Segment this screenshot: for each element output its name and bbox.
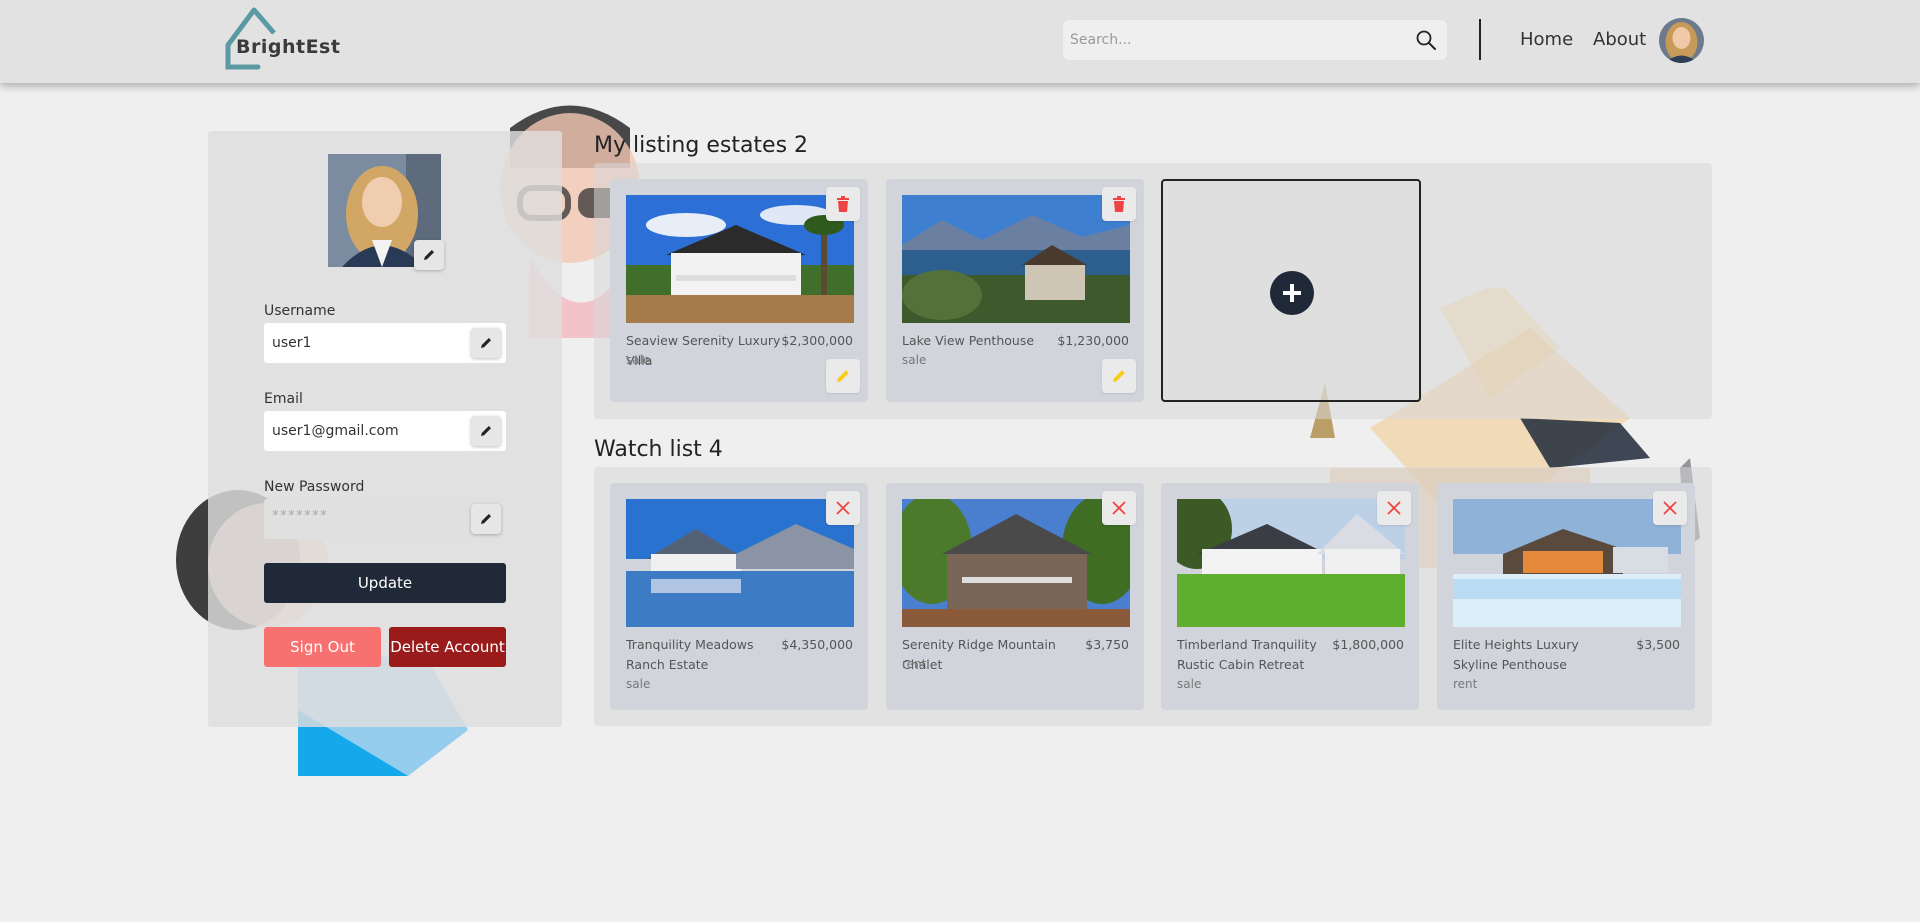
email-value[interactable]: user1@gmail.com (272, 423, 399, 439)
nav-about-link[interactable]: About (1593, 29, 1646, 50)
listing-type: sale (626, 353, 651, 367)
edit-password-button[interactable] (471, 504, 501, 534)
close-icon (1663, 501, 1677, 515)
close-icon (1387, 501, 1401, 515)
search-bar (1063, 20, 1447, 60)
delete-account-button[interactable]: Delete Account (389, 627, 506, 667)
listing-name: Lake View Penthouse (902, 333, 1035, 348)
edit-listing-button[interactable] (1102, 359, 1136, 393)
remove-watchlist-button[interactable] (1377, 491, 1411, 525)
close-icon (1112, 501, 1126, 515)
watchlist-name: Elite Heights Luxury Skyline Penthouse (1453, 637, 1579, 672)
watchlist-image[interactable] (626, 499, 854, 627)
delete-listing-button[interactable] (1102, 187, 1136, 221)
remove-watchlist-button[interactable] (1102, 491, 1136, 525)
watchlist-card[interactable]: Serenity Ridge Mountain Chalet $3,750 re… (886, 483, 1144, 710)
trash-icon (837, 196, 849, 212)
watchlist-price: $4,350,000 (781, 637, 853, 652)
watchlist-price: $3,750 (1085, 637, 1129, 652)
watchlist-name: Tranquility Meadows Ranch Estate (626, 637, 754, 672)
watchlist-type: rent (1453, 677, 1478, 691)
email-label: Email (264, 391, 303, 407)
trash-icon (1113, 196, 1125, 212)
watchlist-card[interactable]: Elite Heights Luxury Skyline Penthouse $… (1437, 483, 1695, 710)
sign-out-button[interactable]: Sign Out (264, 627, 381, 667)
password-label: New Password (264, 479, 365, 495)
pencil-icon (424, 250, 434, 260)
listing-image[interactable] (626, 195, 854, 323)
listing-card[interactable]: Lake View Penthouse $1,230,000 sale (886, 179, 1144, 402)
remove-watchlist-button[interactable] (826, 491, 860, 525)
header-divider (1479, 19, 1481, 60)
listing-card[interactable]: Seaview Serenity Luxury Villa $2,300,000… (610, 179, 868, 402)
add-listing-button[interactable] (1270, 271, 1314, 315)
edit-photo-button[interactable] (414, 240, 444, 270)
watchlist-type: sale (1177, 677, 1202, 691)
pencil-icon (481, 338, 491, 348)
search-input[interactable] (1070, 20, 1400, 60)
pencil-icon (481, 514, 491, 524)
watchlist-title: Watch list 4 (594, 437, 723, 462)
watchlist-price: $3,500 (1636, 637, 1680, 652)
watchlist-image[interactable] (1177, 499, 1405, 627)
username-value[interactable]: user1 (272, 335, 311, 351)
watchlist-type: sale (626, 677, 651, 691)
watchlist-image[interactable] (1453, 499, 1681, 627)
watchlist-name: Timberland Tranquility Rustic Cabin Retr… (1177, 637, 1317, 672)
logo-text[interactable]: BrightEst (236, 36, 340, 58)
pencil-icon (837, 370, 849, 382)
remove-watchlist-button[interactable] (1653, 491, 1687, 525)
nav-home-link[interactable]: Home (1520, 29, 1573, 50)
top-header: BrightEst Home About (0, 0, 1920, 83)
watchlist-image[interactable] (902, 499, 1130, 627)
listing-image[interactable] (902, 195, 1130, 323)
password-field[interactable]: ******* (264, 499, 506, 539)
username-label: Username (264, 303, 336, 319)
edit-listing-button[interactable] (826, 359, 860, 393)
header-avatar[interactable] (1659, 18, 1704, 63)
watchlist-price: $1,800,000 (1332, 637, 1404, 652)
plus-icon (1283, 284, 1301, 302)
watchlist-card[interactable]: Timberland Tranquility Rustic Cabin Retr… (1161, 483, 1419, 710)
email-field[interactable]: user1@gmail.com (264, 411, 506, 451)
close-icon (836, 501, 850, 515)
pencil-icon (481, 426, 491, 436)
edit-username-button[interactable] (471, 328, 501, 358)
add-listing-card[interactable] (1161, 179, 1421, 402)
watchlist-card[interactable]: Tranquility Meadows Ranch Estate $4,350,… (610, 483, 868, 710)
listing-price: $1,230,000 (1057, 333, 1129, 348)
update-button[interactable]: Update (264, 563, 506, 603)
search-icon[interactable] (1415, 29, 1437, 51)
username-field[interactable]: user1 (264, 323, 506, 363)
edit-email-button[interactable] (471, 416, 501, 446)
listing-type: sale (902, 353, 927, 367)
listings-title: My listing estates 2 (594, 133, 809, 158)
listing-price: $2,300,000 (781, 333, 853, 348)
watchlist-type: rent (902, 657, 927, 671)
delete-listing-button[interactable] (826, 187, 860, 221)
pencil-icon (1113, 370, 1125, 382)
password-value[interactable]: ******* (272, 508, 328, 524)
